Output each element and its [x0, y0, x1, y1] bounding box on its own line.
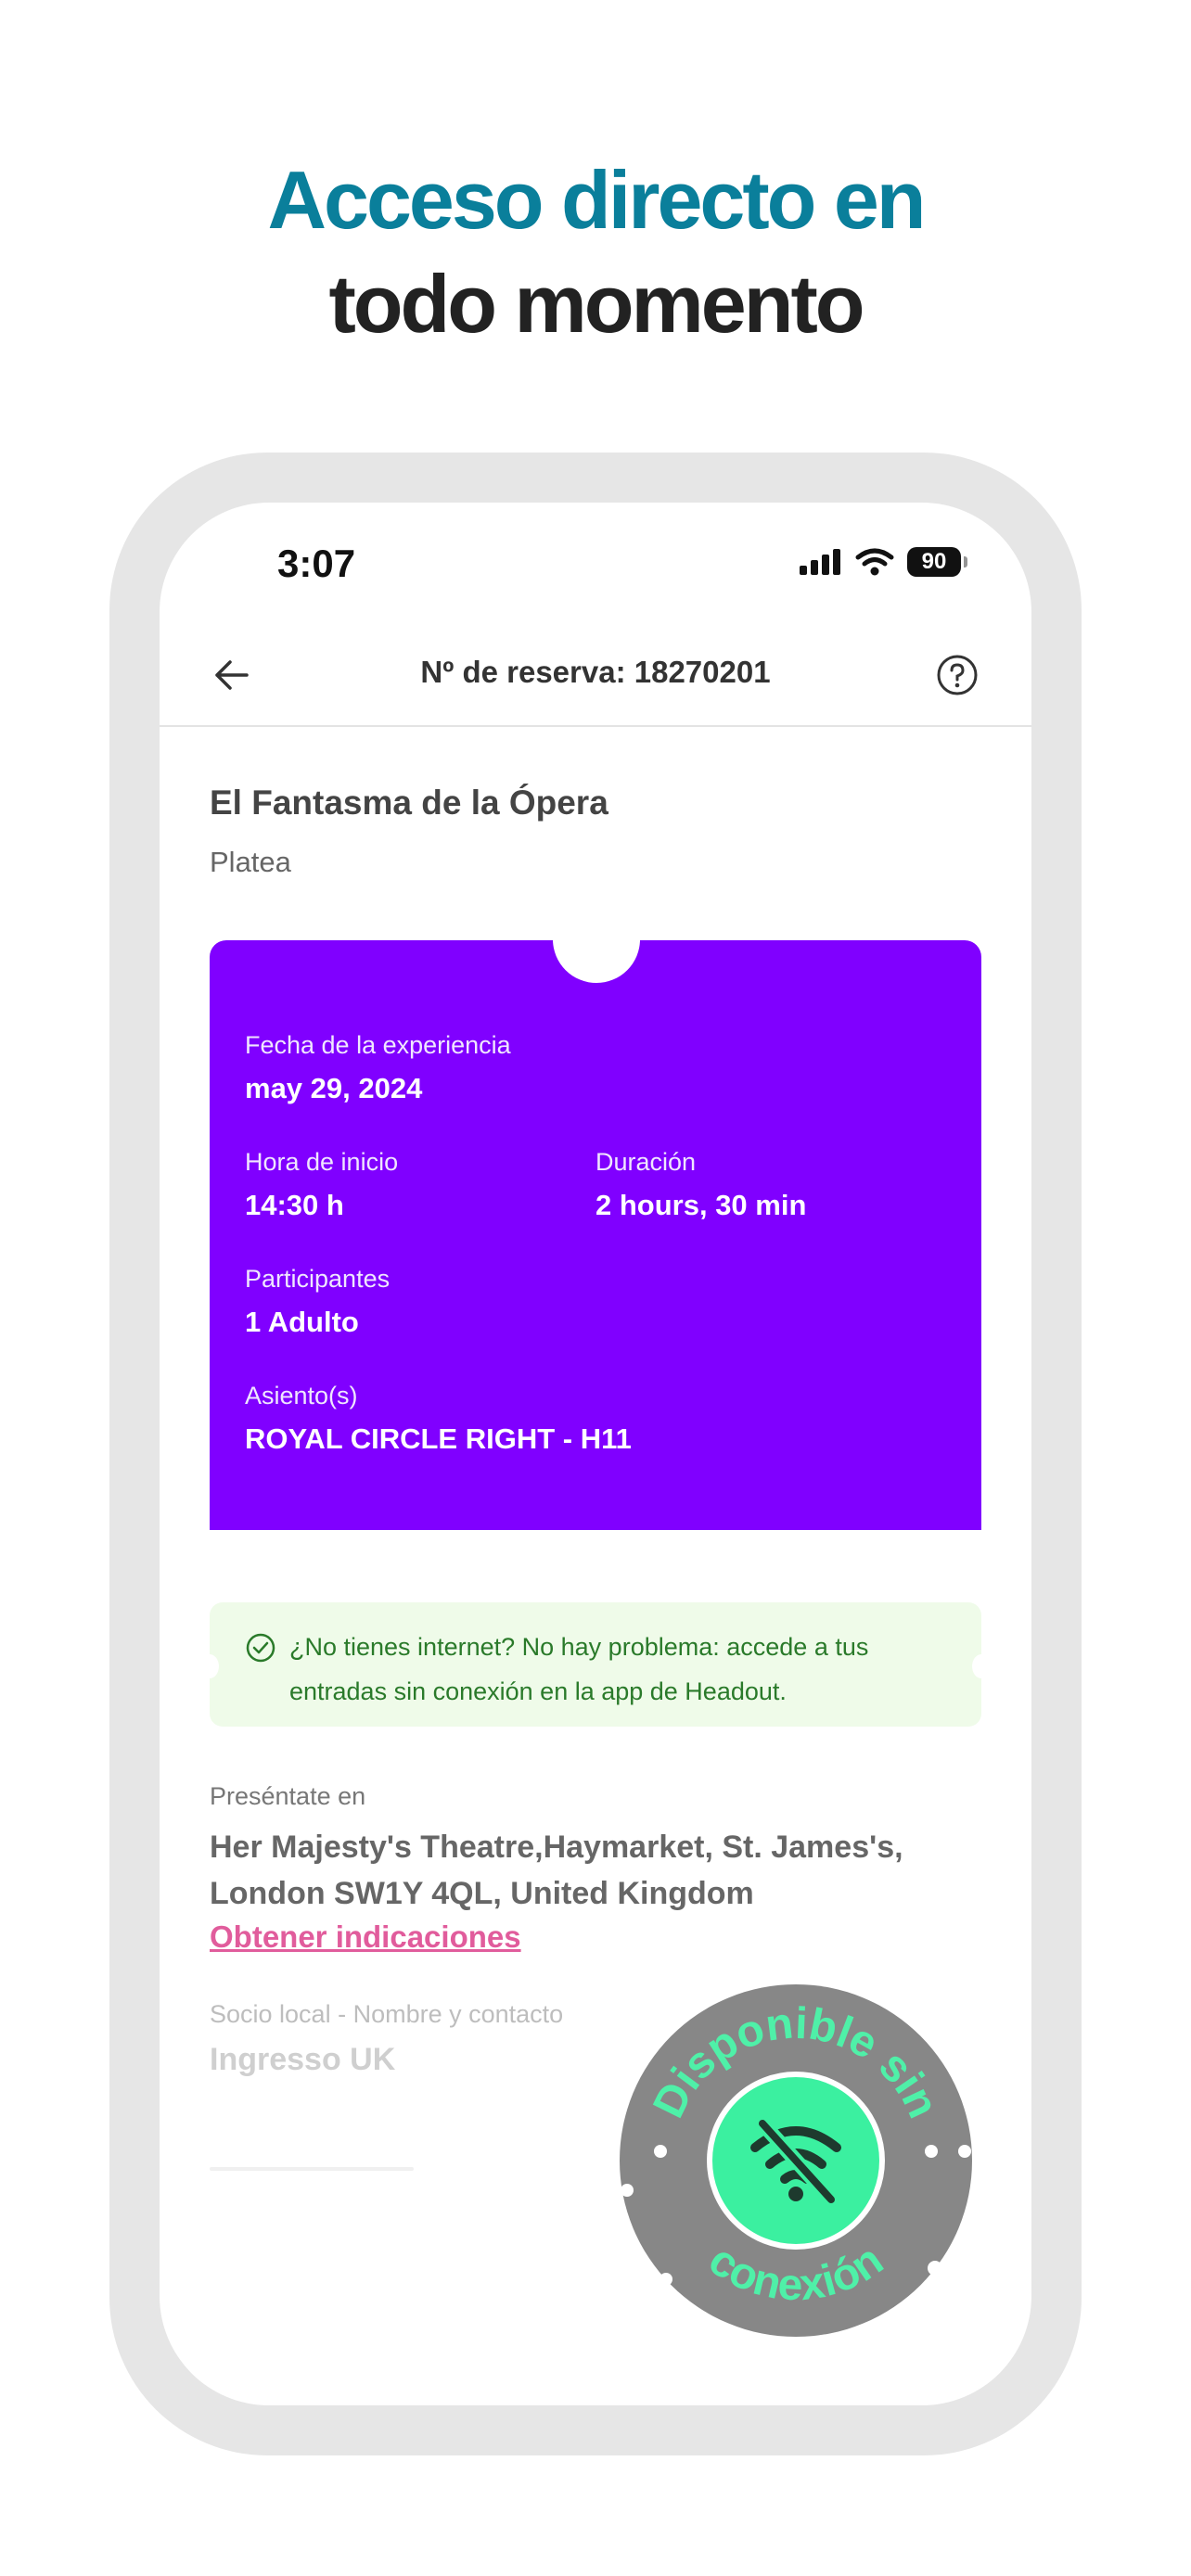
notice-notch-right [972, 1654, 991, 1678]
start-time-value: 14:30 h [245, 1189, 344, 1221]
ticket-card: Fecha de la experiencia may 29, 2024 Hor… [210, 896, 981, 1530]
status-time: 3:07 [277, 542, 356, 585]
help-icon[interactable] [935, 653, 980, 697]
date-label: Fecha de la experiencia [245, 1031, 511, 1059]
status-icons: 90 [800, 547, 967, 577]
meeting-point-label: Preséntate en [210, 1782, 366, 1810]
local-partner-value: Ingresso UK [210, 2042, 396, 2077]
signal-icon [800, 549, 840, 575]
badge-center [707, 2072, 885, 2250]
participants-value: 1 Adulto [245, 1306, 359, 1338]
battery-indicator: 90 [907, 547, 967, 577]
meeting-point-address: Her Majesty's Theatre,Haymarket, St. Jam… [210, 1830, 903, 1911]
participants-label: Participantes [245, 1265, 391, 1293]
wifi-icon [855, 548, 894, 576]
event-subtitle: Platea [210, 846, 291, 878]
notice-notch-left [200, 1654, 219, 1678]
top-nav: Nº de reserva: 18270201 [160, 642, 1031, 727]
start-time-label: Hora de inicio [245, 1148, 399, 1176]
headline-line-1: Acceso directo en [267, 154, 926, 246]
duration-value: 2 hours, 30 min [596, 1189, 807, 1221]
date-value: may 29, 2024 [245, 1072, 423, 1104]
offline-notice: ¿No tienes internet? No hay problema: ac… [200, 1602, 991, 1727]
event-title: El Fantasma de la Ópera [210, 784, 608, 822]
offline-available-badge: Disponible sin conexión [620, 1984, 972, 2337]
duration-label: Duración [596, 1148, 697, 1176]
seats-value: ROYAL CIRCLE RIGHT - H11 [245, 1422, 632, 1455]
local-partner-label: Socio local - Nombre y contacto [210, 2000, 564, 2028]
headline-line-2: todo momento [328, 258, 864, 350]
check-circle-icon [246, 1633, 275, 1663]
ticket-notch [553, 896, 640, 983]
booking-number-title: Nº de reserva: 18270201 [420, 655, 771, 689]
directions-link[interactable]: Obtener indicaciones [210, 1919, 521, 1955]
promo-headline: Acceso directo en todo momento [0, 148, 1191, 356]
offline-notice-text: ¿No tienes internet? No hay problema: ac… [289, 1633, 869, 1705]
wifi-off-icon [750, 2116, 841, 2207]
faded-content [210, 2167, 414, 2171]
seats-label: Asiento(s) [245, 1382, 358, 1409]
